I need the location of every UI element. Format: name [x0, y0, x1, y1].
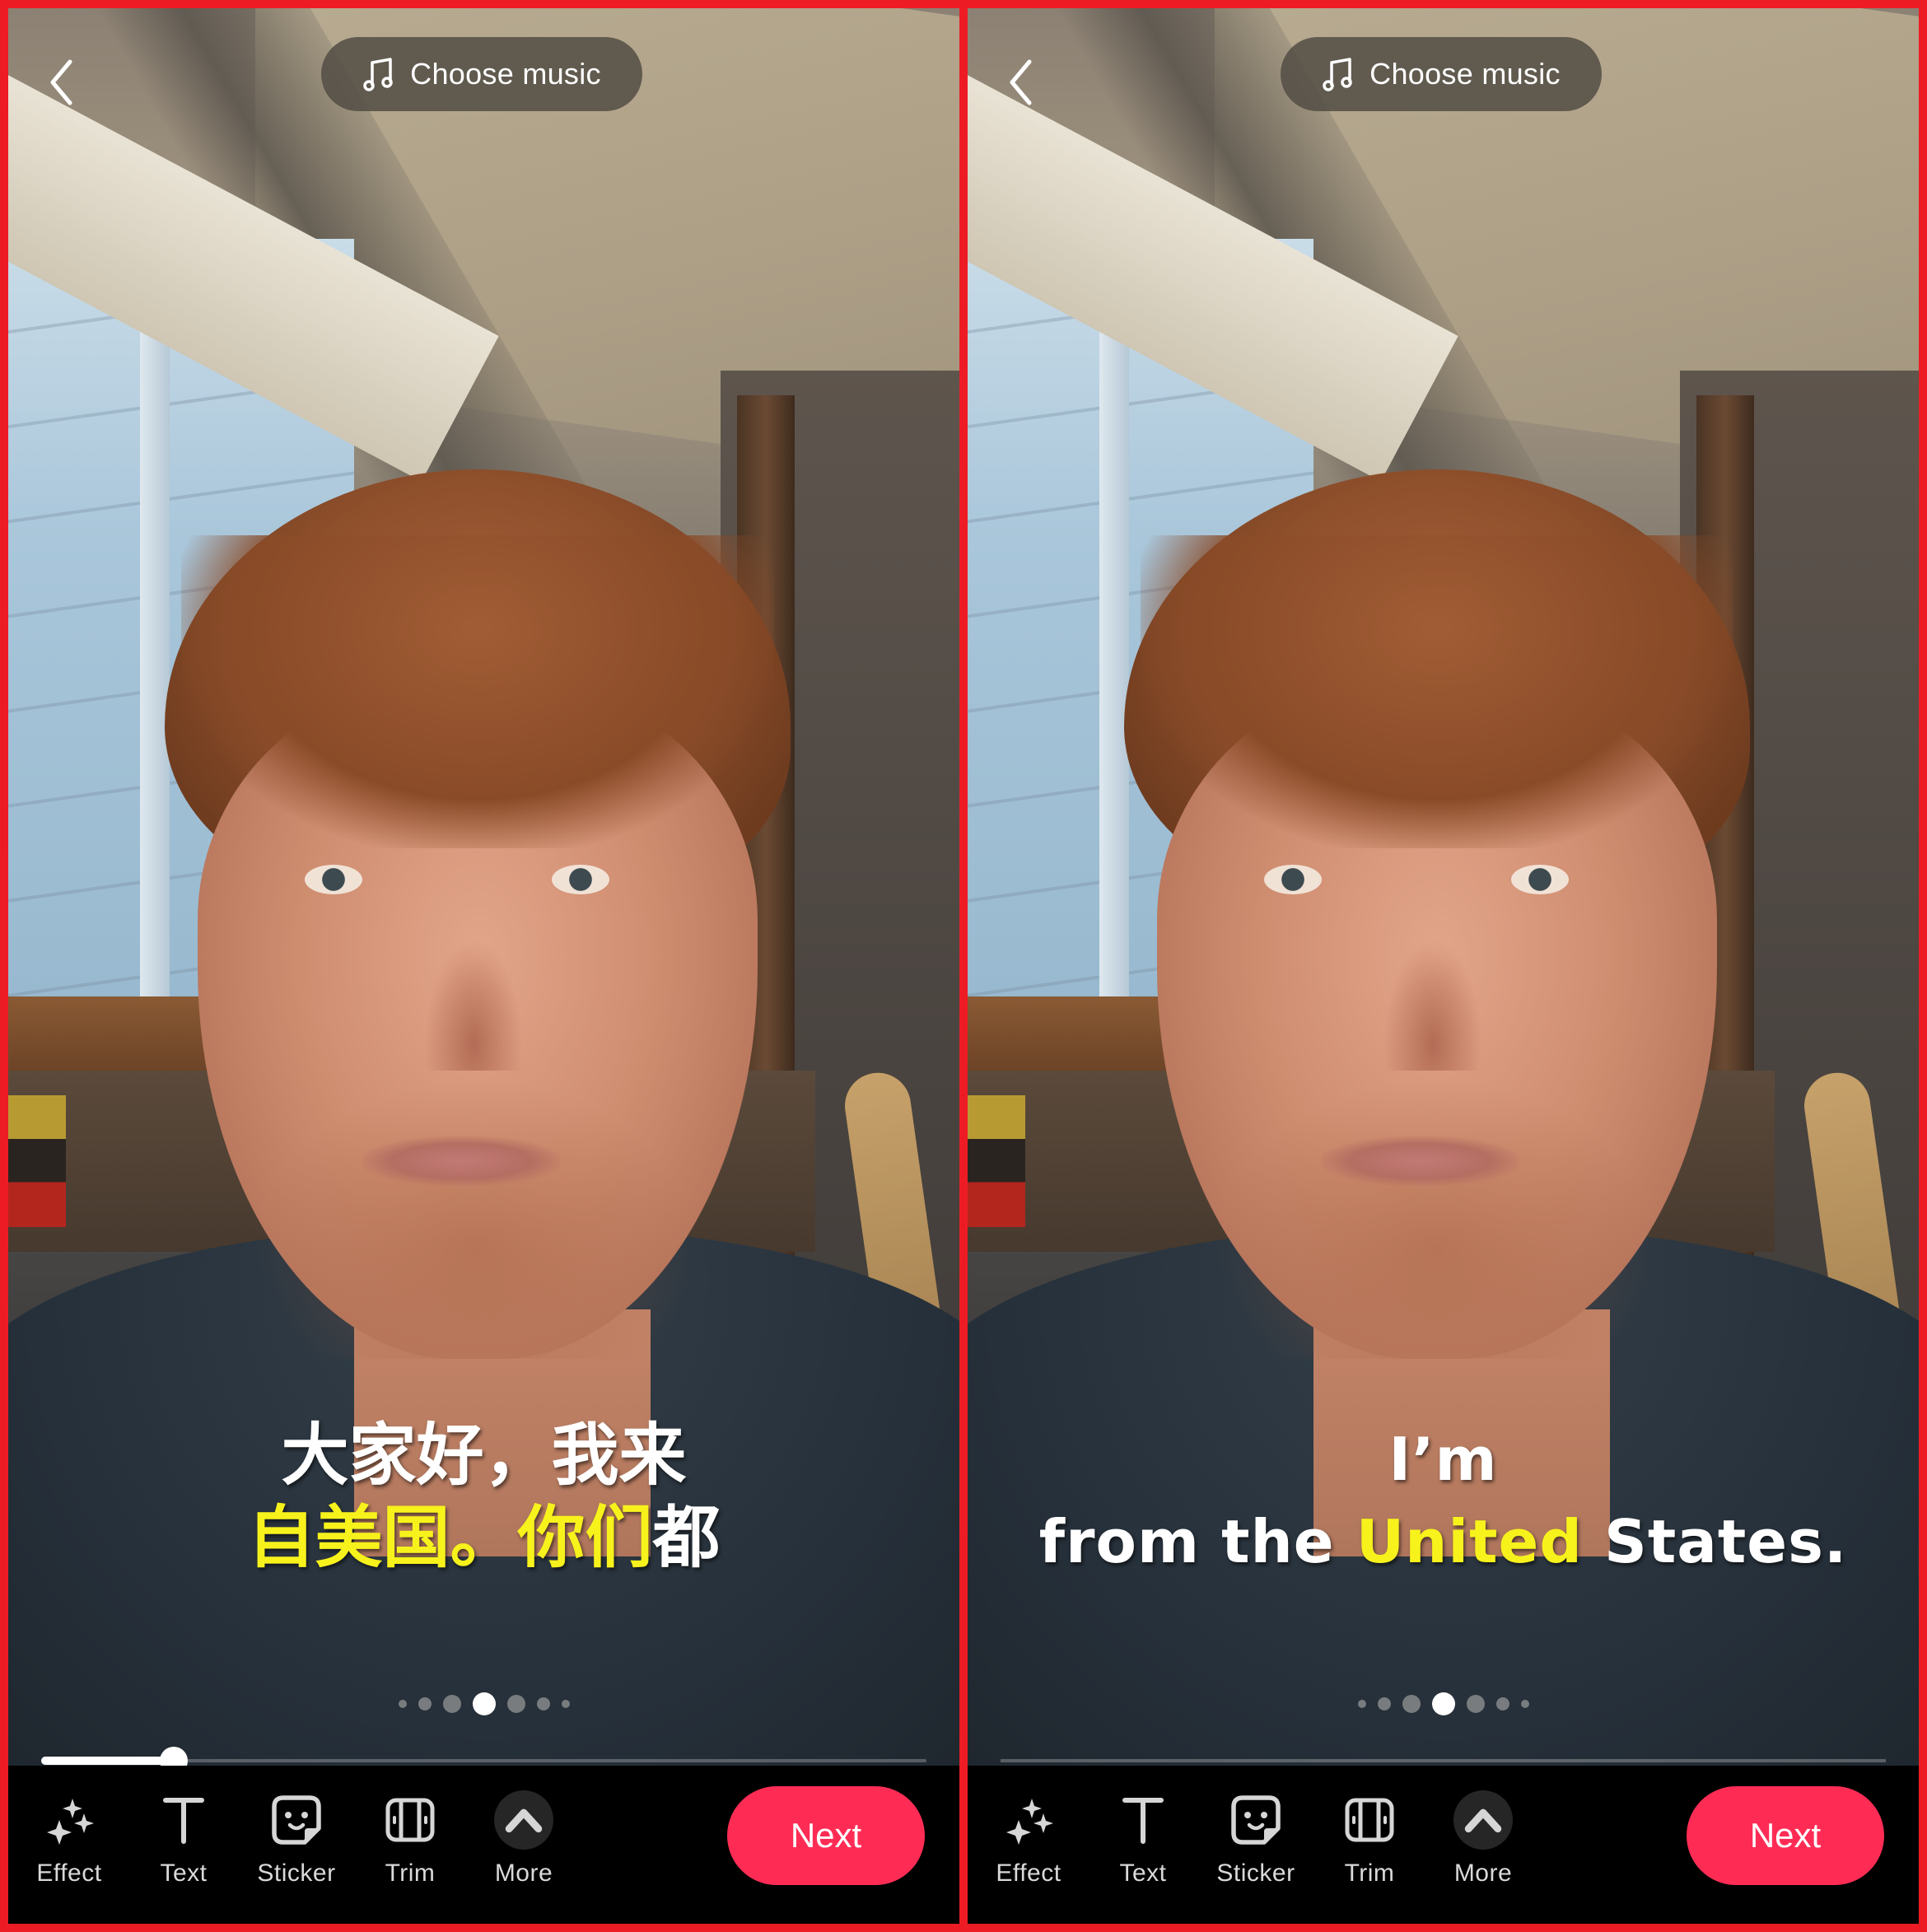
tool-trim[interactable]: Trim [1316, 1790, 1423, 1889]
person-mouth [1322, 1136, 1519, 1186]
scene-cans [968, 1095, 1025, 1227]
page-dot[interactable] [1357, 1700, 1366, 1708]
progress-fill [41, 1757, 174, 1765]
subtitle-line-1: I’m [968, 1418, 1919, 1500]
tool-label: Sticker [257, 1860, 336, 1887]
more-circle [1453, 1790, 1513, 1850]
back-button[interactable] [41, 49, 82, 115]
subtitle-line-2: from the United States. [968, 1500, 1919, 1583]
tool-label: Trim [1344, 1860, 1395, 1887]
chevron-left-icon [50, 59, 72, 105]
sparkles-icon [47, 1799, 94, 1845]
person-nose [1383, 939, 1482, 1071]
music-note-icon [363, 58, 393, 91]
scene-window-mullion [140, 280, 170, 1005]
tool-sticker[interactable]: Sticker [1202, 1790, 1309, 1889]
person-beard [255, 1079, 700, 1359]
choose-music-button[interactable]: Choose music [321, 37, 642, 111]
tool-label: Text [1119, 1860, 1167, 1887]
timeline-track [1001, 1759, 1886, 1762]
choose-music-button[interactable]: Choose music [1281, 37, 1602, 111]
page-dot[interactable] [1377, 1697, 1391, 1710]
bottom-toolbar: Effect Text Sticker Trim More Next [968, 1766, 1919, 1924]
more-circle [494, 1790, 553, 1850]
editor-panel-english: Choose music I’m from the United States.… [968, 8, 1919, 1924]
choose-music-label: Choose music [1369, 57, 1561, 91]
page-dot[interactable] [398, 1700, 407, 1708]
person-bangs [181, 535, 774, 848]
subtitle-segment: 都 [652, 1499, 721, 1577]
next-button[interactable]: Next [727, 1786, 925, 1885]
scene-window-mullion [1099, 280, 1129, 1005]
trim-icon [385, 1798, 435, 1842]
person-eye-left [305, 865, 362, 894]
text-t-icon [163, 1798, 204, 1844]
subtitle-segment: States. [1582, 1507, 1848, 1576]
trim-icon [1345, 1798, 1394, 1842]
bottom-toolbar: Effect Text Sticker Trim More Next [8, 1766, 959, 1924]
page-dot-active[interactable] [472, 1692, 496, 1715]
tool-label: Text [160, 1860, 208, 1887]
page-indicator [8, 1684, 959, 1724]
person-mouth [362, 1136, 560, 1186]
chevron-left-icon [1010, 59, 1032, 105]
sticker-face-icon [1231, 1795, 1281, 1845]
tool-label: Trim [385, 1860, 436, 1887]
tool-label: More [1453, 1860, 1513, 1887]
tool-label: Sticker [1216, 1860, 1295, 1887]
back-button[interactable] [1001, 49, 1042, 115]
tool-label: More [494, 1860, 553, 1887]
tool-text[interactable]: Text [130, 1790, 237, 1889]
subtitle-caption[interactable]: I’m from the United States. [968, 1418, 1919, 1583]
chevron-up-icon [505, 1808, 543, 1833]
page-dot[interactable] [418, 1697, 432, 1710]
person-beard [1215, 1079, 1659, 1359]
person-bangs [1141, 535, 1733, 848]
page-dot-active[interactable] [1431, 1692, 1455, 1715]
person-eye-right [1511, 865, 1569, 894]
subtitle-caption[interactable]: 大家好，我来 自美国。你们都 [8, 1415, 959, 1580]
subtitle-segment: from the [1038, 1507, 1356, 1576]
page-dot[interactable] [1495, 1697, 1509, 1710]
person-eye-right [552, 865, 609, 894]
sticker-face-icon [272, 1795, 321, 1845]
page-dot[interactable] [506, 1695, 525, 1713]
person-eye-left [1264, 865, 1322, 894]
text-t-icon [1122, 1798, 1164, 1844]
subtitle-line-1: 大家好，我来 [8, 1415, 959, 1497]
page-dot[interactable] [1520, 1700, 1529, 1708]
chevron-up-icon [1464, 1808, 1502, 1833]
page-dot[interactable] [536, 1697, 550, 1710]
tool-text[interactable]: Text [1089, 1790, 1197, 1889]
choose-music-label: Choose music [410, 57, 601, 91]
page-indicator [968, 1684, 1919, 1724]
page-dot[interactable] [1402, 1695, 1421, 1713]
tool-trim[interactable]: Trim [357, 1790, 464, 1889]
subtitle-segment-highlight: United [1355, 1507, 1583, 1576]
tool-more[interactable]: More [470, 1790, 577, 1889]
scene-cans [8, 1095, 66, 1227]
editor-panel-chinese: Choose music 大家好，我来 自美国。你们都 Effect Text … [8, 8, 959, 1924]
page-dot[interactable] [1466, 1695, 1485, 1713]
subtitle-line-2: 自美国。你们都 [8, 1497, 959, 1580]
tool-effect[interactable]: Effect [16, 1790, 123, 1889]
tool-sticker[interactable]: Sticker [243, 1790, 350, 1889]
subtitle-segment: I’m [1388, 1425, 1498, 1494]
sparkles-icon [1006, 1799, 1053, 1845]
tool-more[interactable]: More [1430, 1790, 1537, 1889]
subtitle-segment-highlight: 自美国。你们 [247, 1499, 653, 1577]
page-dot[interactable] [561, 1700, 570, 1708]
person-nose [424, 939, 523, 1071]
page-dot[interactable] [442, 1695, 461, 1713]
tool-label: Effect [996, 1860, 1061, 1887]
music-note-icon [1323, 58, 1352, 91]
tool-effect[interactable]: Effect [975, 1790, 1082, 1889]
subtitle-segment: 大家好，我来 [281, 1416, 687, 1495]
tool-label: Effect [36, 1860, 102, 1887]
next-button[interactable]: Next [1687, 1786, 1884, 1885]
